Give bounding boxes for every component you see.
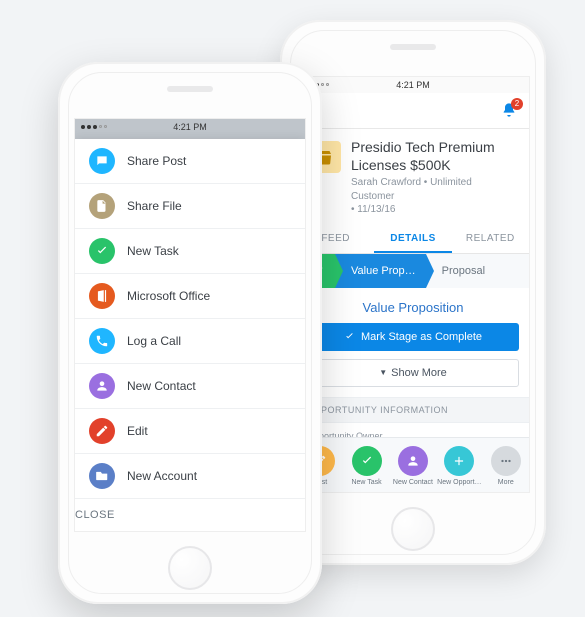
close-button[interactable]: CLOSE bbox=[75, 499, 305, 531]
action-dock: PostNew TaskNew ContactNew Opport…More bbox=[297, 437, 529, 492]
stage-name: Value Proposition bbox=[297, 288, 529, 323]
screen-opportunity: 4:21 PM ← 2 Presidio Tech Premium Licens… bbox=[296, 76, 530, 493]
dock-item-2[interactable]: New Contact bbox=[390, 446, 436, 486]
action-new-account[interactable]: New Account bbox=[75, 454, 305, 499]
action-label: Share Post bbox=[127, 154, 186, 168]
action-label: Log a Call bbox=[127, 334, 181, 348]
check-icon bbox=[352, 446, 382, 476]
opportunity-subtitle: Sarah Crawford • Unlimited Customer • 11… bbox=[351, 176, 517, 217]
action-new-contact[interactable]: New Contact bbox=[75, 364, 305, 409]
path-step-next[interactable]: Proposal bbox=[426, 254, 495, 288]
file-icon bbox=[89, 193, 115, 219]
action-label: Microsoft Office bbox=[127, 289, 210, 303]
office-icon bbox=[89, 283, 115, 309]
chat-icon bbox=[89, 148, 115, 174]
notifications-icon[interactable]: 2 bbox=[501, 102, 519, 120]
action-sheet: Share Post Share File New Task Microsoft Of… bbox=[75, 139, 305, 531]
status-time: 4:21 PM bbox=[396, 80, 430, 90]
tablist: FEED DETAILS RELATED bbox=[297, 225, 529, 254]
dots-icon bbox=[491, 446, 521, 476]
action-new-task[interactable]: New Task bbox=[75, 229, 305, 274]
dock-label: More bbox=[498, 479, 514, 486]
opportunity-title: Presidio Tech Premium Licenses $500K bbox=[351, 139, 517, 174]
path-step-current[interactable]: Value Prop… bbox=[335, 254, 426, 288]
action-label: New Task bbox=[127, 244, 179, 258]
phone-mockup-account: 4:21 PM ← 2 Acme Corporation Mark Jackal… bbox=[58, 62, 322, 604]
action-edit[interactable]: Edit bbox=[75, 409, 305, 454]
dock-label: New Opport… bbox=[437, 479, 481, 486]
section-header: OPPORTUNITY INFORMATION bbox=[297, 397, 529, 423]
user-icon bbox=[398, 446, 428, 476]
dock-label: New Task bbox=[351, 479, 381, 486]
action-log-a-call[interactable]: Log a Call bbox=[75, 319, 305, 364]
action-label: Edit bbox=[127, 424, 148, 438]
pencil-icon bbox=[89, 418, 115, 444]
check-icon bbox=[89, 238, 115, 264]
show-more-button[interactable]: ▼Show More bbox=[307, 359, 519, 387]
mark-stage-complete-button[interactable]: Mark Stage as Complete bbox=[307, 323, 519, 351]
notification-badge: 2 bbox=[511, 98, 523, 110]
folder-icon bbox=[89, 463, 115, 489]
status-bar: 4:21 PM bbox=[75, 119, 305, 135]
home-button[interactable] bbox=[168, 546, 212, 590]
phone-icon bbox=[89, 328, 115, 354]
opportunity-header: Presidio Tech Premium Licenses $500K Sar… bbox=[297, 129, 529, 225]
dock-item-1[interactable]: New Task bbox=[344, 446, 390, 486]
nav-bar: ← 2 bbox=[297, 93, 529, 129]
action-label: New Contact bbox=[127, 379, 196, 393]
stage-path: Value Prop… Proposal bbox=[297, 254, 529, 288]
tab-related[interactable]: RELATED bbox=[452, 225, 529, 253]
dock-item-4[interactable]: More bbox=[483, 446, 529, 486]
user-icon bbox=[89, 373, 115, 399]
status-bar: 4:21 PM bbox=[297, 77, 529, 93]
action-share-post[interactable]: Share Post bbox=[75, 139, 305, 184]
action-label: New Account bbox=[127, 469, 197, 483]
dock-label: New Contact bbox=[393, 479, 433, 486]
home-button[interactable] bbox=[391, 507, 435, 551]
action-label: Share File bbox=[127, 199, 182, 213]
status-time: 4:21 PM bbox=[173, 122, 207, 132]
tab-details[interactable]: DETAILS bbox=[374, 225, 451, 253]
dock-item-3[interactable]: New Opport… bbox=[436, 446, 482, 486]
action-share-file[interactable]: Share File bbox=[75, 184, 305, 229]
action-microsoft-office[interactable]: Microsoft Office bbox=[75, 274, 305, 319]
plus-icon bbox=[444, 446, 474, 476]
screen-account: 4:21 PM ← 2 Acme Corporation Mark Jackal… bbox=[74, 118, 306, 532]
